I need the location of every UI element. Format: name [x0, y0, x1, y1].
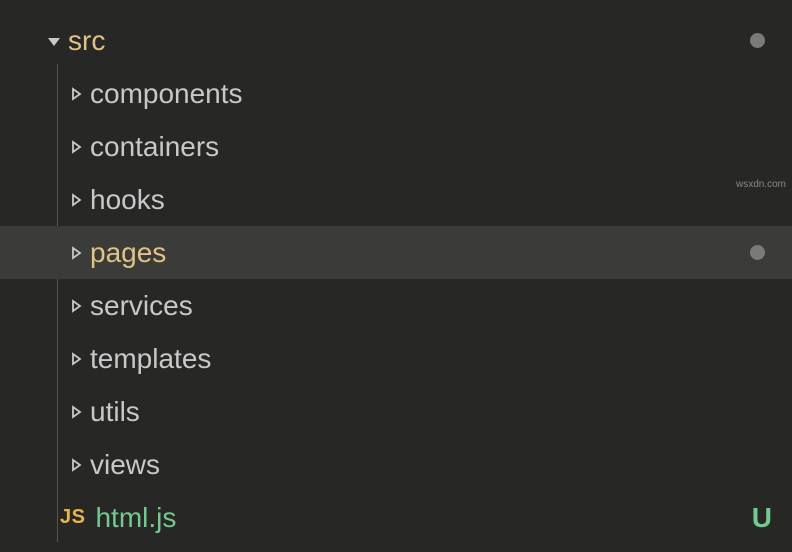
folder-label: pages	[90, 237, 166, 269]
modified-dot-icon	[750, 245, 765, 260]
folder-pages[interactable]: pages	[0, 226, 792, 279]
folder-label: services	[90, 290, 193, 322]
file-tree: src components containers hooks pages	[0, 0, 792, 544]
folder-label: templates	[90, 343, 211, 375]
js-file-icon: JS	[60, 506, 85, 529]
folder-label: views	[90, 449, 160, 481]
chevron-right-icon[interactable]	[66, 87, 86, 101]
folder-components[interactable]: components	[0, 67, 792, 120]
chevron-right-icon[interactable]	[66, 352, 86, 366]
file-label: html.js	[95, 502, 176, 534]
folder-templates[interactable]: templates	[0, 332, 792, 385]
folder-label: utils	[90, 396, 140, 428]
chevron-right-icon[interactable]	[66, 246, 86, 260]
folder-utils[interactable]: utils	[0, 385, 792, 438]
modified-dot-icon	[750, 33, 765, 48]
folder-label: components	[90, 78, 243, 110]
chevron-right-icon[interactable]	[66, 140, 86, 154]
chevron-right-icon[interactable]	[66, 405, 86, 419]
chevron-right-icon[interactable]	[66, 193, 86, 207]
folder-label: hooks	[90, 184, 165, 216]
folder-containers[interactable]: containers	[0, 120, 792, 173]
folder-services[interactable]: services	[0, 279, 792, 332]
chevron-right-icon[interactable]	[66, 299, 86, 313]
folder-src[interactable]: src	[0, 14, 792, 67]
folder-label: containers	[90, 131, 219, 163]
chevron-right-icon[interactable]	[66, 458, 86, 472]
watermark: wsxdn.com	[736, 179, 786, 190]
folder-hooks[interactable]: hooks	[0, 173, 792, 226]
chevron-down-icon[interactable]	[44, 33, 64, 49]
folder-views[interactable]: views	[0, 438, 792, 491]
file-html-js[interactable]: JS html.js U	[0, 491, 792, 544]
git-status-badge: U	[752, 502, 772, 534]
folder-label: src	[68, 25, 105, 57]
